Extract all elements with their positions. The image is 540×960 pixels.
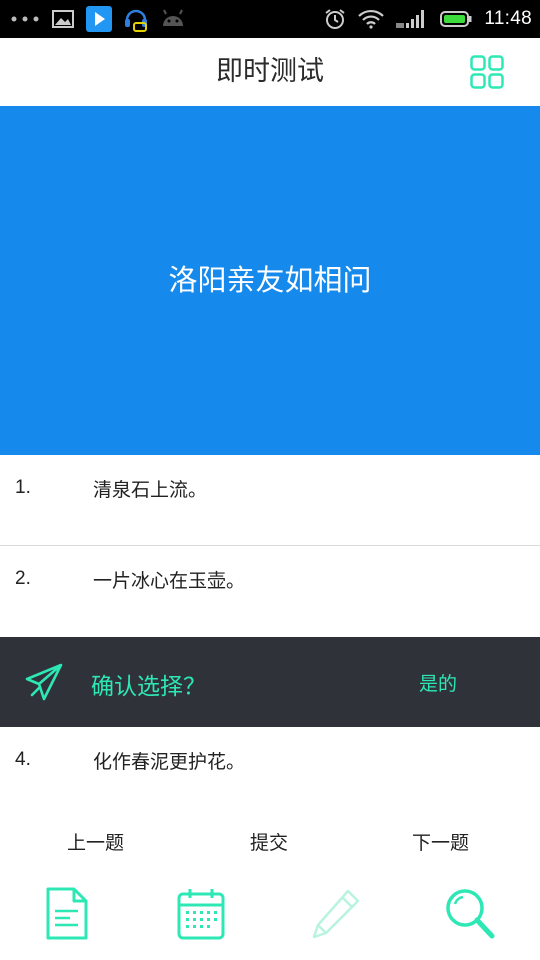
- search-icon[interactable]: [443, 886, 499, 944]
- option-text: 清泉石上流。: [93, 479, 208, 501]
- option-2[interactable]: 2. 一片冰心在玉壶。: [0, 546, 540, 636]
- page-title: 即时测试: [216, 56, 324, 87]
- status-bar-left: [10, 6, 186, 32]
- status-time: 11:48: [484, 8, 532, 29]
- more-dots-icon: [11, 16, 39, 22]
- option-1[interactable]: 1. 清泉石上流。: [0, 455, 540, 545]
- option-number: 1.: [15, 477, 31, 498]
- android-icon: [163, 9, 183, 26]
- option-number: 4.: [15, 749, 31, 770]
- status-bar-right: 11:48: [324, 6, 532, 32]
- alarm-icon: [325, 9, 345, 29]
- wifi-icon: [358, 9, 385, 29]
- pencil-icon[interactable]: [308, 886, 364, 944]
- option-4[interactable]: 4. 化作春泥更护花。: [0, 727, 540, 817]
- confirm-yes-button[interactable]: 是的: [419, 669, 457, 696]
- app-header: 即时测试: [0, 38, 540, 106]
- question-banner: 洛阳亲友如相问: [0, 106, 540, 455]
- headset-icon: [125, 9, 147, 32]
- play-store-icon: [86, 6, 112, 32]
- image-icon: [52, 10, 74, 28]
- next-question-button[interactable]: 下一题: [412, 828, 469, 855]
- submit-button[interactable]: 提交: [250, 828, 288, 855]
- signal-icon: [396, 10, 425, 28]
- calendar-icon[interactable]: [173, 886, 229, 944]
- option-text: 化作春泥更护花。: [93, 751, 246, 773]
- option-text: 一片冰心在玉壶。: [93, 570, 246, 592]
- question-text: 洛阳亲友如相问: [168, 263, 372, 297]
- battery-icon: [440, 11, 472, 27]
- confirm-question: 确认选择？: [91, 674, 206, 700]
- prev-question-button[interactable]: 上一题: [67, 828, 124, 855]
- option-number: 2.: [15, 568, 31, 589]
- status-bar: 11:48: [0, 0, 540, 38]
- confirm-bar: 确认选择？ 是的: [0, 637, 540, 727]
- document-icon[interactable]: [40, 886, 96, 944]
- paper-plane-icon: [25, 663, 63, 701]
- grid-icon[interactable]: [470, 55, 504, 89]
